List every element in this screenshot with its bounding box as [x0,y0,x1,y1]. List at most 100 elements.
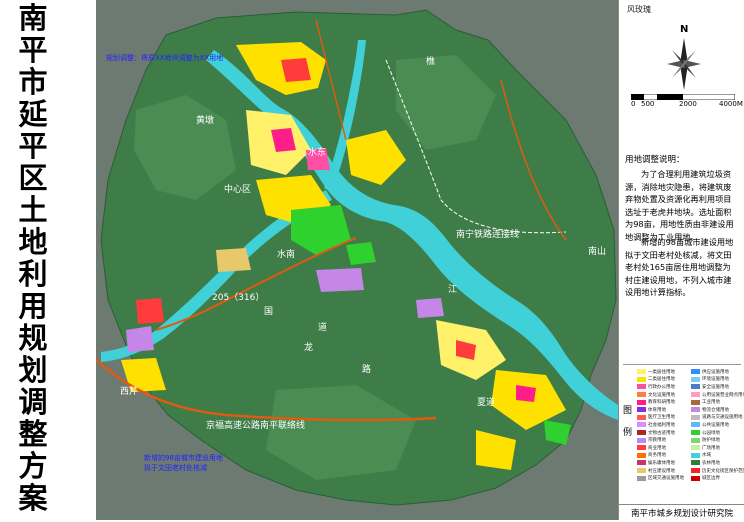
label-jiang: 江 [448,284,457,295]
legend-label: 公园绿地 [702,430,720,436]
legend-label: 供应设施用地 [702,369,729,375]
legend-swatch [637,384,646,390]
legend-item: 一类居住用地 [637,368,689,376]
legend-label: 城区边界 [702,476,720,482]
legend-label: 道路与交通设施用地 [702,415,743,421]
legend-label: 历史文化街区保护范围 [702,468,744,474]
title-char: 用 [18,289,48,323]
title-char: 土 [18,193,48,227]
legend-swatch [691,422,700,428]
legend-label: 二类居住用地 [648,377,675,383]
title-char: 调 [18,385,48,419]
legend-item: 防护绿地 [691,436,743,444]
label-shuinan: 水南 [277,248,295,260]
legend-swatch [691,384,700,390]
legend-tag: 图例 [623,406,633,438]
legend-item: 二类居住用地 [637,376,689,384]
title-char: 南 [18,1,48,35]
legend-item: 教育科研用地 [637,398,689,406]
legend-label: 宗教用地 [648,438,666,444]
legend-label: 文化设施用地 [648,392,675,398]
legend-item: 道路与交通设施用地 [691,414,743,422]
title-char: 地 [18,225,48,259]
legend-item: 体育用地 [637,406,689,414]
notes-paragraph-2: 新增的98亩城市建设用地拟于文田老村处核减，将文田老村处165亩居住用地调整为村… [625,237,734,298]
right-panel: 风玫瑰 N 0 500 2000 4000M 用地调整说明： 为了合理利用建筑垃… [618,0,744,520]
legend-label: 物流仓储用地 [702,407,729,413]
label-dao: 道 [318,321,327,333]
legend-label: 村庄建设用地 [648,468,675,474]
legend-item: 公用设施营业网点用地 [691,391,744,399]
legend-label: 公共设施用地 [702,422,729,428]
block-industrial-2 [126,326,154,352]
legend-swatch [637,445,646,451]
legend-item: 供应设施用地 [691,368,743,376]
legend-label: 一类居住用地 [648,369,675,375]
annotation-bottom-1: 新增的98亩城市建设用地 [144,453,223,462]
scale-tick-1: 500 [641,100,655,108]
legend-label: 安全设施用地 [702,384,729,390]
label-road-205: 205（316） [212,292,264,303]
legend-label: 文物古迹用地 [648,430,675,436]
legend-item: 商业用地 [637,444,689,452]
land-use-map[interactable]: 黄墩 水东 中心区 水南 南山 西芹 夏道 樵 205（316） 京福高速公路南… [96,0,618,520]
title-char: 延 [18,97,48,131]
label-long: 龙 [304,341,313,353]
legend-label: 公用设施营业网点用地 [702,392,744,398]
legend-label: 医疗卫生用地 [648,415,675,421]
legend-item: 区域交通设施用地 [637,474,689,482]
label-expressway: 京福高速公路南平联络线 [206,419,305,431]
legend-label: 工业用地 [702,400,720,406]
legend-swatch [637,430,646,436]
legend-swatch [691,445,700,451]
legend-swatch [691,430,700,436]
label-xifu: 西芹 [120,386,138,397]
title-char: 利 [18,257,48,291]
annotation-top: 规划调整：将原XX地块调整为XX用地 [106,53,223,62]
legend-item: 农林用地 [691,459,743,467]
legend-left-column: 一类居住用地 二类居住用地 行政办公用地 文化设施用地 教育科研用地 体育用地 医疗卫生用地… [637,368,689,482]
legend-label: 教育科研用地 [648,400,675,406]
legend-swatch [637,460,646,466]
legend-swatch [691,452,700,458]
legend-swatch [691,399,700,405]
annotation-bottom-2: 拟于文田老村处核减 [144,463,207,472]
legend-label: 广场用地 [702,445,720,451]
legend-item: 商务用地 [637,452,689,460]
map-canvas: 黄墩 水东 中心区 水南 南山 西芹 夏道 樵 205（316） 京福高速公路南… [96,0,618,520]
legend-swatch [637,437,646,443]
legend-item: 环境设施用地 [691,376,743,384]
legend-label: 商业用地 [648,445,666,451]
legend-item: 社会福利用地 [637,421,689,429]
legend-item: 文化设施用地 [637,391,689,399]
legend-item: 水域 [691,452,743,460]
block-industrial-3 [416,298,444,318]
notes-title: 用地调整说明： [625,155,685,165]
legend-swatch [691,414,700,420]
legend-label: 防护绿地 [702,438,720,444]
wind-rose-label: 风玫瑰 [627,5,651,14]
legend-item: 村庄建设用地 [637,467,689,475]
legend-item: 行政办公用地 [637,383,689,391]
label-lu: 路 [362,363,371,375]
legend-swatch [637,369,646,375]
legend-swatch [637,392,646,398]
block-commercial-6 [136,298,164,324]
legend-swatch [691,460,700,466]
legend-item: 宗教用地 [637,436,689,444]
block-commercial-1 [281,58,311,82]
legend-swatch [691,369,700,375]
legend-label: 行政办公用地 [648,384,675,390]
title-char: 案 [18,481,48,515]
legend-label: 社会福利用地 [648,422,675,428]
label-zhongxinqu: 中心区 [224,183,251,195]
notes-paragraph-1: 为了合理利用建筑垃圾资源，消除地灾隐患，将建筑废弃物处置及资源化再利用项目选址于… [625,169,734,242]
title-char: 整 [18,417,48,451]
label-railway: 南宁铁路连接线 [456,228,519,240]
legend-swatch [691,376,700,382]
compass-rose-icon [667,38,701,90]
legend-swatch [637,468,646,474]
label-nanshan: 南山 [588,245,606,257]
title-char: 划 [18,353,48,387]
legend-item: 历史文化街区保护范围 [691,467,744,475]
